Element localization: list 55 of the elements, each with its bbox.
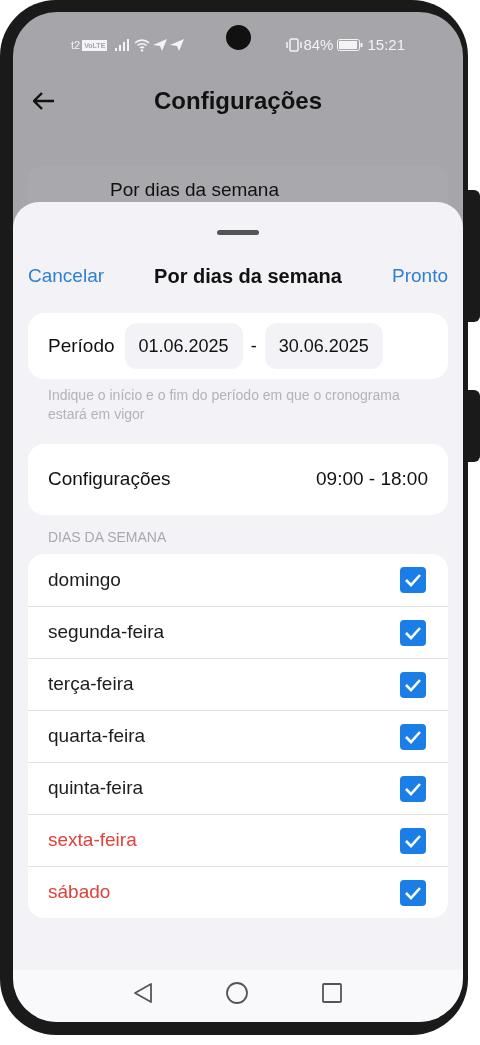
signal-icon [115, 39, 132, 51]
check-icon [404, 833, 422, 848]
recent-apps-icon[interactable] [321, 982, 343, 1004]
day-row[interactable]: domingo [28, 554, 448, 606]
day-name: segunda-feira [48, 620, 165, 645]
day-name: sábado [48, 880, 111, 905]
check-icon [404, 677, 422, 692]
done-button[interactable]: Pronto [392, 261, 448, 291]
check-icon [404, 573, 422, 587]
day-name: terça-feira [48, 672, 134, 697]
carrier-text: t2 [71, 37, 81, 53]
checkbox[interactable] [400, 567, 426, 593]
day-row[interactable]: segunda-feira [28, 606, 448, 658]
checkbox[interactable] [400, 879, 426, 906]
wifi-icon [134, 38, 151, 52]
end-date-field[interactable]: 30.06.2025 [264, 323, 383, 369]
settings-row[interactable]: Configurações 09:00 - 18:00 [28, 444, 448, 515]
back-arrow-icon[interactable] [33, 92, 55, 110]
checkbox[interactable] [400, 619, 426, 646]
day-row[interactable]: terça-feira [28, 658, 448, 710]
checkbox[interactable] [400, 775, 426, 802]
drag-handle[interactable] [217, 230, 259, 235]
checkbox[interactable] [400, 671, 426, 698]
day-name: quinta-feira [48, 776, 144, 801]
period-label: Período [48, 333, 115, 358]
sheet-title: Por dias da semana [154, 264, 342, 289]
day-row[interactable]: quarta-feira [28, 710, 448, 762]
day-row[interactable]: sábado [28, 866, 448, 918]
check-icon [404, 625, 422, 640]
option-title: Por dias da semana [110, 179, 279, 200]
day-row[interactable]: quinta-feira [28, 762, 448, 814]
start-date-field[interactable]: 01.06.2025 [124, 323, 243, 369]
checkbox[interactable] [400, 827, 426, 854]
period-hint: Indique o início e o fim do período em que o cronograma estará em vigor [47, 386, 401, 424]
page-title: Configurações [154, 86, 322, 116]
check-icon [404, 781, 422, 796]
send-icon [153, 39, 168, 51]
check-icon [404, 729, 422, 744]
home-icon[interactable] [225, 981, 249, 1005]
back-icon[interactable] [133, 982, 153, 1004]
day-name: quarta-feira [48, 724, 146, 749]
send-icon [170, 39, 185, 51]
day-name: sexta-feira [48, 828, 137, 853]
camera-hole [226, 25, 251, 50]
check-icon [404, 885, 422, 900]
section-heading: DIAS DA SEMANA [47, 528, 168, 547]
cancel-button[interactable]: Cancelar [28, 261, 105, 291]
date-separator: - [250, 334, 257, 358]
vibrate-icon [286, 38, 303, 52]
checkbox[interactable] [400, 723, 426, 750]
clock-time: 15:21 [367, 34, 405, 55]
battery-icon [337, 39, 364, 51]
day-name: domingo [48, 567, 121, 592]
battery-percent: 84% [303, 34, 334, 55]
day-row[interactable]: sexta-feira [28, 814, 448, 866]
